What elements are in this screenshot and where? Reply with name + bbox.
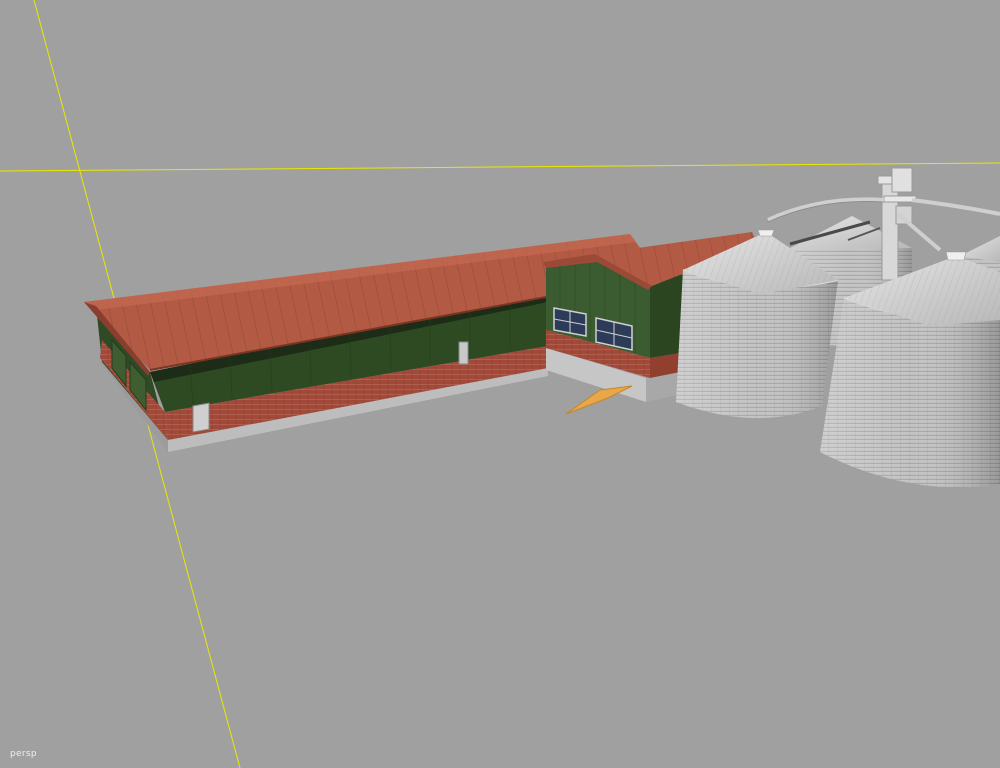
3d-viewport[interactable]: persp bbox=[0, 0, 1000, 768]
grid-line-horizon bbox=[0, 162, 1000, 172]
camera-label: persp bbox=[10, 749, 37, 759]
grain-conveyor[interactable] bbox=[565, 385, 633, 415]
grain-silos[interactable] bbox=[676, 167, 1000, 488]
side-door[interactable] bbox=[192, 402, 210, 433]
viewport-scene[interactable] bbox=[0, 0, 1000, 768]
side-door[interactable] bbox=[458, 341, 469, 365]
